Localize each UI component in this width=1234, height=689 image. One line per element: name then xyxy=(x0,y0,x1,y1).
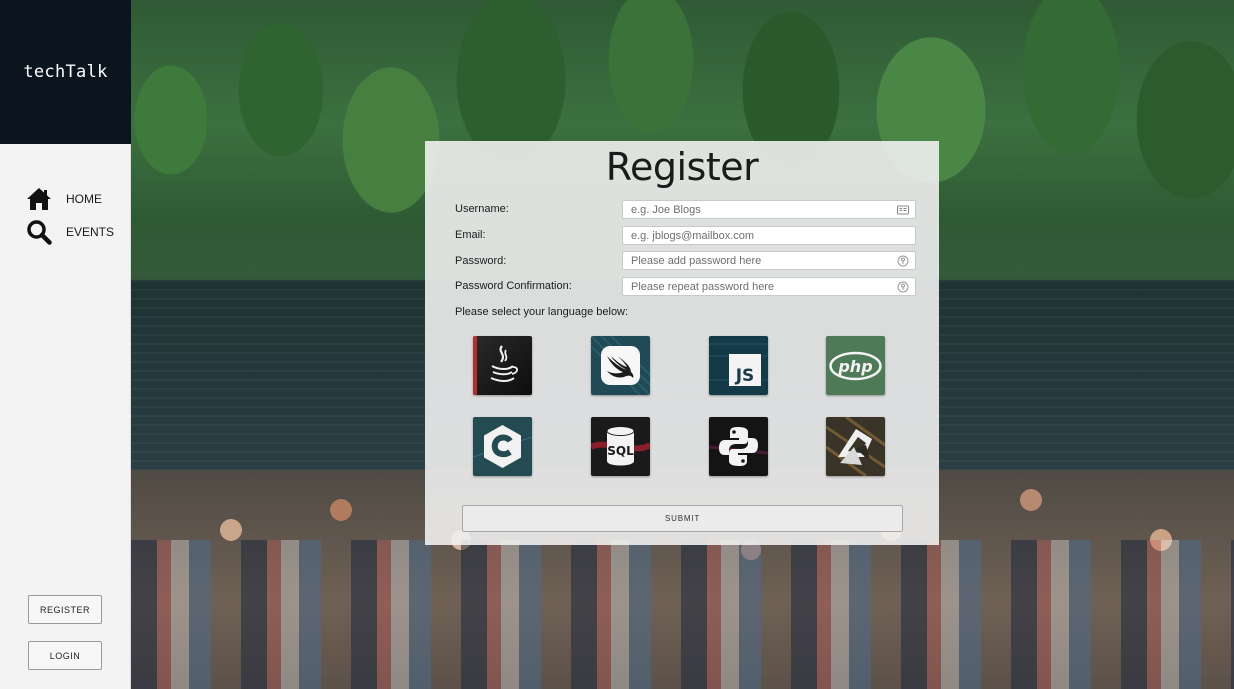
language-option-php[interactable]: php xyxy=(826,336,885,395)
nav-item-home-label: HOME xyxy=(66,192,102,206)
key-icon xyxy=(897,255,909,267)
page-title: Register xyxy=(605,145,759,189)
c-icon xyxy=(473,417,532,476)
language-option-sql[interactable]: SQL xyxy=(591,417,650,476)
nav-item-home[interactable]: HOME xyxy=(26,186,102,212)
nav-item-events[interactable]: EVENTS xyxy=(26,219,114,245)
email-input[interactable] xyxy=(623,227,915,244)
contact-card-icon xyxy=(897,205,909,215)
language-prompt: Please select your language below: xyxy=(455,306,629,318)
logo-text: techTalk xyxy=(23,62,108,82)
password-confirmation-field[interactable] xyxy=(622,277,916,296)
svg-text:SQL: SQL xyxy=(607,444,634,458)
language-option-java[interactable] xyxy=(473,336,532,395)
java-icon xyxy=(473,336,532,395)
search-icon xyxy=(27,220,52,245)
username-label: Username: xyxy=(455,203,509,215)
language-option-javascript[interactable]: JS xyxy=(709,336,768,395)
python-icon xyxy=(709,417,768,476)
svg-text:JS: JS xyxy=(735,366,755,386)
email-label: Email: xyxy=(455,229,486,241)
language-option-swift[interactable] xyxy=(591,336,650,395)
language-option-c[interactable] xyxy=(473,417,532,476)
username-input[interactable] xyxy=(623,201,915,218)
password-field[interactable] xyxy=(622,251,916,270)
home-icon xyxy=(27,188,51,210)
kotlin-icon xyxy=(826,417,885,476)
svg-text:php: php xyxy=(837,357,872,376)
swift-icon xyxy=(591,336,650,395)
register-panel: Register Username: Email: Password: Pass… xyxy=(425,141,939,545)
logo[interactable]: techTalk xyxy=(0,0,131,144)
password-label: Password: xyxy=(455,255,507,267)
language-option-python[interactable] xyxy=(709,417,768,476)
password-input[interactable] xyxy=(623,252,915,269)
email-field[interactable] xyxy=(622,226,916,245)
language-option-kotlin[interactable] xyxy=(826,417,885,476)
submit-button[interactable]: SUBMIT xyxy=(462,505,903,532)
password-confirmation-label: Password Confirmation: xyxy=(455,280,572,292)
login-button[interactable]: LOGIN xyxy=(28,641,102,670)
password-confirmation-input[interactable] xyxy=(623,278,915,295)
nav-item-events-label: EVENTS xyxy=(66,225,115,239)
php-icon: php xyxy=(826,336,885,395)
username-field[interactable] xyxy=(622,200,916,219)
key-icon xyxy=(897,281,909,293)
sidebar: techTalk HOME EVENTS REGISTER LOGIN xyxy=(0,0,131,689)
sql-icon: SQL xyxy=(591,417,650,476)
javascript-icon: JS xyxy=(709,336,768,395)
register-button[interactable]: REGISTER xyxy=(28,595,102,624)
